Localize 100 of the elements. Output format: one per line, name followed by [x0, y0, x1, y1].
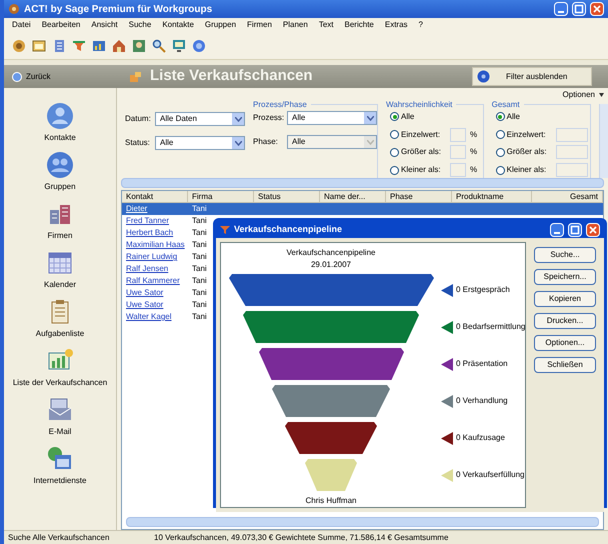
menu-item[interactable]: Planen — [282, 19, 308, 31]
sidebar-item[interactable]: Kontakte — [44, 132, 76, 144]
dialog-button[interactable]: Schließen — [534, 357, 596, 373]
radio-button[interactable] — [390, 112, 399, 122]
sidebar-item[interactable]: Aufgabenliste — [36, 328, 84, 340]
sidebar-item[interactable]: Liste der Verkaufschancen — [12, 377, 108, 389]
column-header[interactable]: Firma — [188, 191, 254, 202]
toolbar-button[interactable] — [92, 38, 106, 52]
house-icon — [112, 38, 126, 52]
contact-link[interactable]: Dieter — [122, 203, 188, 215]
dialog-button[interactable]: Suche... — [534, 247, 596, 263]
minimize-button[interactable] — [554, 2, 568, 16]
toolbar-button[interactable] — [152, 38, 166, 52]
contact-link[interactable]: Herbert Bach — [122, 227, 188, 239]
menu-item[interactable]: Text — [318, 19, 334, 31]
sidebar-item[interactable]: Internetdienste — [34, 475, 86, 487]
contact-link[interactable]: Uwe Sator — [122, 287, 188, 299]
radio-button[interactable] — [496, 148, 505, 157]
column-header[interactable]: Name der... — [320, 191, 386, 202]
input-field[interactable] — [450, 163, 466, 178]
vertical-scrollbar[interactable] — [599, 104, 608, 178]
maximize-button[interactable] — [568, 222, 582, 236]
chart-date: 29.01.2007 — [310, 259, 352, 271]
close-icon — [591, 3, 603, 15]
dropdown[interactable]: Alle Daten — [155, 112, 245, 126]
unit-label: % — [470, 146, 478, 158]
sidebar-item[interactable]: E-Mail — [48, 426, 72, 438]
input-field[interactable] — [450, 128, 466, 142]
close-button[interactable] — [586, 222, 600, 236]
horizontal-scrollbar[interactable] — [121, 178, 604, 188]
menu-item[interactable]: ? — [418, 19, 423, 31]
input-field[interactable] — [556, 128, 588, 142]
unit-label: % — [470, 164, 478, 176]
maximize-icon — [569, 224, 581, 236]
menu-item[interactable]: Extras — [384, 19, 408, 31]
input-field[interactable] — [556, 163, 588, 178]
contact-link[interactable]: Ralf Kammerer — [122, 275, 188, 287]
triangle-icon — [441, 468, 453, 482]
table-cell-text: Tani — [191, 287, 208, 299]
contact-link[interactable]: Maximilian Haas — [122, 239, 188, 251]
field-label: Prozess: — [253, 112, 283, 124]
sidebar-item[interactable]: Kalender — [44, 279, 76, 291]
table-cell-text: Tani — [191, 215, 208, 227]
stage-label: 0 Erstgespräch — [456, 284, 510, 296]
dialog-button[interactable]: Optionen... — [534, 335, 596, 351]
menu-item[interactable]: Berichte — [344, 19, 374, 31]
stage-label: 0 Präsentation — [456, 358, 508, 370]
input-field[interactable] — [450, 145, 466, 160]
contact-link[interactable]: Ralf Jensen — [122, 263, 188, 275]
table-row[interactable]: Dieter Tani — [122, 203, 603, 215]
minimize-icon — [554, 232, 560, 234]
column-header[interactable]: Gesamt — [532, 191, 603, 202]
column-header[interactable]: Status — [254, 191, 320, 202]
document-icon — [52, 38, 66, 52]
toolbar-button[interactable] — [172, 38, 186, 52]
contact-link[interactable]: Fred Tanner — [122, 215, 188, 227]
chart-icon — [92, 38, 106, 52]
radio-button[interactable] — [390, 130, 399, 140]
funnel-icon — [220, 224, 230, 234]
column-header[interactable]: Kontakt — [122, 191, 188, 202]
filter-toggle-button[interactable]: Filter ausblenden — [472, 67, 592, 86]
table-cell-text: Tani — [191, 311, 208, 323]
radio-button[interactable] — [496, 130, 505, 140]
toolbar-button[interactable] — [72, 38, 86, 52]
menu-item[interactable]: Bearbeiten — [42, 19, 80, 31]
radio-button[interactable] — [390, 166, 399, 175]
dialog-button[interactable]: Kopieren — [534, 291, 596, 307]
options-menu[interactable]: Optionen — [562, 89, 595, 101]
input-field[interactable] — [556, 145, 588, 160]
horizontal-scrollbar[interactable] — [126, 517, 599, 527]
sidebar-item[interactable]: Firmen — [48, 230, 72, 242]
dropdown[interactable]: Alle — [287, 111, 377, 125]
dialog-button[interactable]: Drucken... — [534, 313, 596, 329]
menu-item[interactable]: Firmen — [247, 19, 272, 31]
sidebar-item[interactable]: Gruppen — [44, 181, 76, 193]
menu-item[interactable]: Datei — [12, 19, 31, 31]
contact-link[interactable]: Walter Kagel — [122, 311, 188, 323]
minimize-icon — [558, 11, 564, 13]
toolbar-button[interactable] — [52, 38, 66, 52]
maximize-button[interactable] — [572, 2, 586, 16]
column-header[interactable]: Phase — [386, 191, 452, 202]
close-button[interactable] — [590, 2, 604, 16]
menu-item[interactable]: Kontakte — [162, 19, 194, 31]
minimize-button[interactable] — [550, 222, 564, 236]
menu-item[interactable]: Gruppen — [204, 19, 236, 31]
contact-link[interactable]: Rainer Ludwig — [122, 251, 188, 263]
toolbar-button[interactable] — [32, 38, 46, 52]
contact-link[interactable]: Uwe Sator — [122, 299, 188, 311]
radio-label: Kleiner als: — [401, 164, 441, 176]
toolbar-button[interactable] — [112, 38, 126, 52]
back-button[interactable]: Zurück — [12, 70, 122, 82]
radio-button[interactable] — [390, 148, 399, 157]
menu-item[interactable]: Ansicht — [91, 19, 118, 31]
person-icon — [46, 102, 74, 130]
dialog-button[interactable]: Speichern... — [534, 269, 596, 285]
column-header[interactable]: Produktname — [452, 191, 532, 202]
radio-button[interactable] — [496, 112, 505, 122]
dropdown[interactable]: Alle — [155, 136, 245, 150]
menu-item[interactable]: Suche — [128, 19, 152, 31]
radio-button[interactable] — [496, 166, 505, 175]
